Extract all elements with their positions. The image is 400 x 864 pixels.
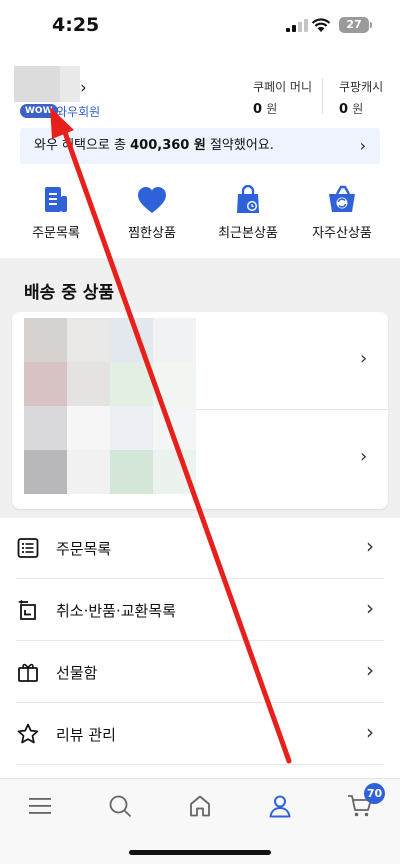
menu-icon — [29, 798, 51, 814]
product-thumbnail-blurred[interactable] — [67, 450, 110, 494]
product-thumbnail-blurred[interactable] — [24, 406, 67, 450]
coupay-money[interactable]: 쿠페이 머니 0 원 — [253, 78, 312, 117]
heart-icon — [138, 187, 166, 213]
coupang-cash[interactable]: 쿠팡캐시 0 원 — [339, 78, 383, 117]
savings-amount: 400,360 원 — [130, 138, 206, 153]
search-icon — [109, 795, 132, 818]
my-page-icon — [269, 795, 291, 818]
tab-search[interactable] — [100, 791, 140, 821]
menu-item-order-list[interactable]: 주문목록 › — [0, 517, 400, 579]
tab-home[interactable] — [180, 791, 220, 821]
product-thumbnail-blurred[interactable] — [67, 318, 110, 362]
recent-bag-icon — [237, 185, 259, 213]
savings-suffix: 절약했어요. — [205, 138, 274, 153]
star-icon — [17, 723, 39, 744]
menu-item-label: 취소·반품·교환목록 — [56, 602, 176, 620]
chevron-right-icon: › — [366, 534, 374, 558]
shortcut-order-list-label: 주문목록 — [32, 226, 80, 241]
gift-icon — [18, 663, 38, 682]
wifi-icon — [311, 18, 331, 32]
coupang-cash-label: 쿠팡캐시 — [339, 80, 384, 94]
product-thumbnail-blurred[interactable] — [110, 318, 153, 362]
product-thumbnail-blurred[interactable] — [110, 362, 153, 406]
status-bar: 4:25 27 — [0, 0, 400, 52]
product-thumbnail-blurred[interactable] — [24, 362, 67, 406]
menu-divider — [16, 764, 384, 765]
wow-savings-banner[interactable]: 와우 혜택으로 총 400,360 원 절약했어요. › — [20, 128, 380, 164]
menu-item-review-management[interactable]: 리뷰 관리 › — [0, 703, 400, 765]
product-thumbnail-blurred[interactable] — [153, 318, 196, 362]
home-icon — [190, 795, 210, 817]
savings-prefix: 와우 혜택으로 총 — [34, 138, 131, 153]
shipping-item-chevron-icon[interactable]: › — [360, 348, 367, 369]
list-icon — [17, 538, 39, 558]
product-thumbnail-blurred[interactable] — [153, 406, 196, 450]
return-icon — [18, 600, 36, 620]
repurchase-basket-icon — [329, 185, 355, 212]
blurred-user-name[interactable] — [14, 66, 80, 102]
product-thumbnail-blurred[interactable] — [67, 406, 110, 450]
menu-item-gift-box[interactable]: 선물함 › — [0, 641, 400, 703]
product-thumbnail-blurred[interactable] — [24, 318, 67, 362]
menu-item-label: 주문목록 — [56, 540, 112, 558]
wow-badge: WOW — [20, 104, 58, 118]
shortcut-recent[interactable]: 최근본상품 — [198, 184, 298, 241]
profile-chevron-icon[interactable]: › — [80, 78, 87, 98]
signal-icon — [286, 19, 308, 32]
product-thumbnail-blurred[interactable] — [110, 406, 153, 450]
coupang-cash-unit: 원 — [352, 102, 364, 116]
balance-divider — [322, 78, 323, 114]
membership-label[interactable]: 와우회원 — [56, 103, 100, 120]
chevron-right-icon: › — [366, 596, 374, 620]
home-indicator — [129, 850, 271, 855]
shortcut-recent-label: 최근본상품 — [218, 226, 278, 241]
shortcut-order-list[interactable]: 주문목록 — [6, 184, 106, 241]
product-thumbnail-blurred[interactable] — [153, 450, 196, 494]
menu-item-cancel-return[interactable]: 취소·반품·교환목록 › — [0, 579, 400, 641]
product-thumbnail-blurred[interactable] — [153, 362, 196, 406]
shipping-section-title: 배송 중 상품 — [24, 283, 115, 303]
coupang-cash-amount: 0 — [339, 102, 349, 117]
card-row-divider — [196, 409, 388, 410]
battery-icon: 27 — [339, 17, 369, 33]
shortcut-wishlist[interactable]: 찜한상품 — [102, 184, 202, 241]
chevron-right-icon: › — [366, 658, 374, 682]
menu-item-label: 선물함 — [56, 664, 98, 682]
product-thumbnail-blurred[interactable] — [24, 450, 67, 494]
status-time: 4:25 — [52, 14, 100, 36]
coupay-money-label: 쿠페이 머니 — [253, 80, 313, 94]
tab-my-page[interactable] — [260, 791, 300, 821]
coupay-money-unit: 원 — [266, 102, 278, 116]
menu-item-label: 리뷰 관리 — [56, 726, 116, 744]
product-thumbnail-blurred[interactable] — [110, 450, 153, 494]
battery-tip — [370, 22, 372, 28]
shortcut-repurchase[interactable]: 자주산상품 — [292, 184, 392, 241]
shortcut-row: 주문목록 찜한상품 최근본상품 자주산상품 — [0, 184, 400, 244]
shipping-items-card: › › — [12, 312, 388, 509]
shortcut-wishlist-label: 찜한상품 — [128, 226, 176, 241]
order-list-icon — [45, 187, 67, 212]
shipping-item-chevron-icon[interactable]: › — [360, 446, 367, 467]
coupay-money-amount: 0 — [253, 102, 263, 117]
tab-menu[interactable] — [20, 791, 60, 821]
cart-count-badge: 70 — [364, 783, 385, 804]
chevron-right-icon: › — [366, 720, 374, 744]
savings-chevron-icon: › — [359, 136, 366, 155]
product-thumbnail-blurred[interactable] — [67, 362, 110, 406]
shortcut-repurchase-label: 자주산상품 — [312, 226, 372, 241]
